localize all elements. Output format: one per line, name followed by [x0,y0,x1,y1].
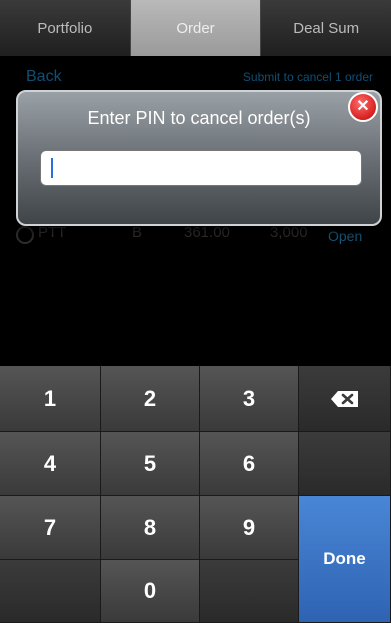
app-screen: Portfolio Order Deal Sum Back Submit to … [0,0,391,623]
close-icon[interactable]: ✕ [348,92,378,122]
order-status: Open [328,228,363,244]
pin-dialog: Enter PIN to cancel order(s) [16,90,382,226]
key-5[interactable]: 5 [101,432,200,496]
backspace-button[interactable] [299,366,391,432]
order-side: B [132,224,143,241]
order-volume: 3,000 [270,224,308,241]
backspace-icon [330,390,360,408]
key-4[interactable]: 4 [0,432,101,496]
top-tab-bar: Portfolio Order Deal Sum [0,0,391,57]
back-link[interactable]: Back [26,68,62,86]
numeric-keypad: 1 2 3 4 5 6 7 8 9 Done 0 [0,366,391,623]
key-8[interactable]: 8 [101,496,200,560]
order-symbol: PTT [38,224,67,241]
key-0[interactable]: 0 [101,560,200,623]
text-caret [51,158,53,178]
key-7[interactable]: 7 [0,496,101,560]
key-1[interactable]: 1 [0,366,101,432]
key-6[interactable]: 6 [200,432,299,496]
submit-cancel-link[interactable]: Submit to cancel 1 order [243,70,373,84]
tab-portfolio[interactable]: Portfolio [0,0,131,56]
key-2[interactable]: 2 [101,366,200,432]
blank-key [299,432,391,496]
pin-input[interactable] [40,150,362,186]
order-radio[interactable] [16,226,34,244]
key-3[interactable]: 3 [200,366,299,432]
blank-key-left [0,560,101,623]
tab-deal-sum[interactable]: Deal Sum [261,0,391,56]
done-button[interactable]: Done [299,496,391,623]
tab-order[interactable]: Order [130,0,262,56]
order-price: 361.00 [184,224,230,241]
dialog-title: Enter PIN to cancel order(s) [87,108,311,128]
blank-key-right [200,560,299,623]
key-9[interactable]: 9 [200,496,299,560]
